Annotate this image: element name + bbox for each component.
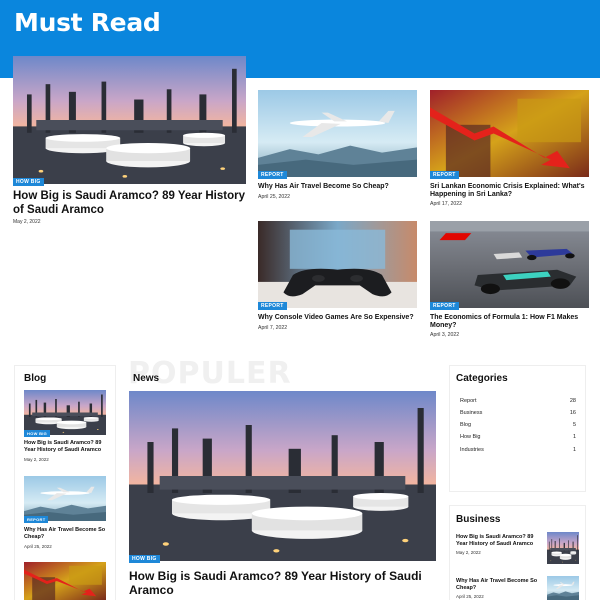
category-count: 16 (569, 410, 576, 416)
category-name[interactable]: How Big (460, 434, 480, 440)
blog-heading: Blog (24, 373, 47, 384)
categories-heading: Categories (456, 373, 508, 384)
category-name[interactable]: Report (460, 398, 477, 404)
business-item-title[interactable]: How Big is Saudi Aramco? 89 Year History… (456, 534, 542, 547)
featured-date: May 2, 2022 (13, 219, 41, 225)
card-date: April 3, 2022 (430, 332, 460, 338)
business-item-title[interactable]: Why Has Air Travel Become So Cheap? (456, 578, 542, 591)
featured-image[interactable] (13, 56, 246, 184)
card-badge[interactable]: REPORT (430, 171, 459, 179)
card-title[interactable]: The Economics of Formula 1: How F1 Makes… (430, 314, 590, 331)
category-item-report[interactable]: Report 28 (460, 398, 576, 404)
blog-item-image[interactable] (24, 390, 106, 435)
card-title[interactable]: Why Has Air Travel Become So Cheap? (258, 183, 418, 191)
category-item-how-big[interactable]: How Big 1 (460, 434, 576, 440)
card-image-formula-1[interactable] (430, 221, 589, 308)
categories-widget (449, 365, 586, 492)
card-date: April 25, 2022 (258, 194, 291, 200)
blog-item-image[interactable] (24, 562, 106, 600)
card-date: April 7, 2022 (258, 325, 288, 331)
news-main-title[interactable]: How Big is Saudi Aramco? 89 Year History… (129, 569, 439, 598)
blog-item-image[interactable] (24, 476, 106, 521)
category-count: 5 (572, 422, 576, 428)
category-count: 28 (569, 398, 576, 404)
category-name[interactable]: Blog (460, 422, 471, 428)
featured-badge[interactable]: HOW BIG (13, 178, 44, 186)
news-main-badge[interactable]: HOW BIG (129, 555, 160, 563)
card-image-air-travel[interactable] (258, 90, 417, 177)
blog-item-date: April 25, 2022 (24, 544, 52, 549)
featured-title[interactable]: How Big is Saudi Aramco? 89 Year History… (13, 190, 248, 218)
card-title[interactable]: Sri Lankan Economic Crisis Explained: Wh… (430, 183, 590, 200)
category-item-business[interactable]: Business 16 (460, 410, 576, 416)
business-item-image[interactable] (547, 576, 579, 600)
card-image-sri-lanka[interactable] (430, 90, 589, 177)
business-item-date: April 25, 2022 (456, 594, 484, 599)
card-badge[interactable]: REPORT (258, 171, 287, 179)
blog-item-date: May 2, 2022 (24, 457, 49, 462)
business-item-image[interactable] (547, 532, 579, 564)
category-name[interactable]: Business (460, 410, 482, 416)
category-item-blog[interactable]: Blog 5 (460, 422, 576, 428)
blog-item-title[interactable]: How Big is Saudi Aramco? 89 Year History… (24, 440, 108, 453)
news-heading: News (133, 373, 160, 384)
blog-item-title[interactable]: Why Has Air Travel Become So Cheap? (24, 527, 108, 540)
card-date: April 17, 2022 (430, 201, 463, 207)
business-item-date: May 2, 2022 (456, 550, 481, 555)
blog-item-badge[interactable]: REPORT (24, 516, 49, 523)
card-badge[interactable]: REPORT (430, 302, 459, 310)
business-heading: Business (456, 514, 501, 525)
category-count: 1 (572, 447, 576, 453)
card-badge[interactable]: REPORT (258, 302, 287, 310)
card-title[interactable]: Why Console Video Games Are So Expensive… (258, 314, 418, 322)
blog-item-badge[interactable]: HOW BIG (24, 430, 51, 437)
news-main-image[interactable] (129, 391, 436, 561)
category-item-industries[interactable]: Industries 1 (460, 447, 576, 453)
category-count: 1 (572, 434, 576, 440)
category-name[interactable]: Industries (460, 447, 484, 453)
page-title: Must Read (14, 8, 161, 37)
card-image-console[interactable] (258, 221, 417, 308)
